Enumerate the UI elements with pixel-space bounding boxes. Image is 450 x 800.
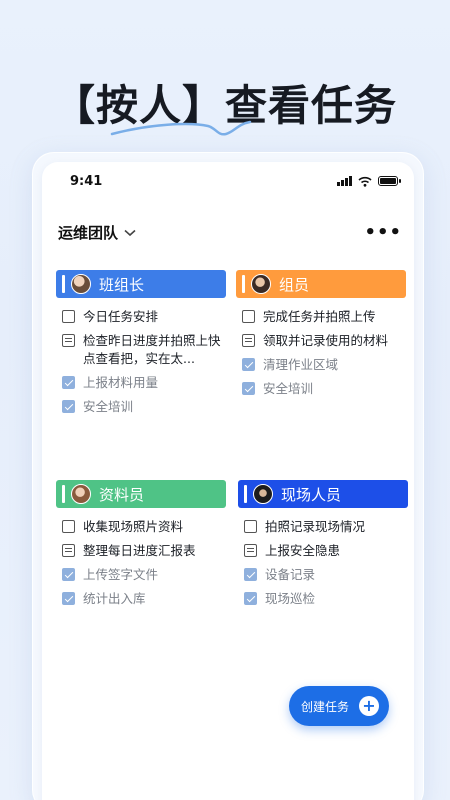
subtask-list-icon (244, 544, 257, 557)
group-title: 班组长 (99, 275, 145, 294)
task-item[interactable]: 设备记录 (244, 566, 408, 584)
task-item[interactable]: 安全培训 (62, 398, 226, 416)
task-item[interactable]: 清理作业区域 (242, 356, 406, 374)
checked-checkbox-icon[interactable] (62, 592, 75, 605)
swoosh-decoration (110, 120, 252, 136)
checked-checkbox-icon[interactable] (62, 376, 75, 389)
checked-checkbox-icon[interactable] (62, 400, 75, 413)
chevron-down-icon (124, 229, 136, 236)
plus-icon: + (359, 696, 379, 716)
group-header[interactable]: 现场人员 (238, 480, 408, 508)
task-item[interactable]: 整理每日进度汇报表 (62, 542, 226, 560)
checkbox-icon[interactable] (242, 310, 255, 323)
group-header[interactable]: 班组长 (56, 270, 226, 298)
group-title: 现场人员 (281, 485, 342, 504)
avatar (253, 484, 273, 504)
group-header[interactable]: 组员 (236, 270, 406, 298)
checkbox-icon[interactable] (244, 520, 257, 533)
checked-checkbox-icon[interactable] (242, 358, 255, 371)
task-item[interactable]: 完成任务并拍照上传 (242, 308, 406, 326)
checked-checkbox-icon[interactable] (244, 568, 257, 581)
group-title: 资料员 (99, 485, 145, 504)
task-item[interactable]: 上报材料用量 (62, 374, 226, 392)
create-task-button[interactable]: 创建任务 + (289, 686, 389, 726)
signal-icon (337, 176, 352, 186)
task-item[interactable]: 检查昨日进度并拍照上快点查看把，实在太... (62, 332, 226, 368)
checkbox-icon[interactable] (62, 310, 75, 323)
group-card-foreman: 班组长 今日任务安排 检查昨日进度并拍照上快点查看把，实在太... 上报材料用量… (56, 270, 226, 422)
task-item[interactable]: 上报安全隐患 (244, 542, 408, 560)
task-item[interactable]: 今日任务安排 (62, 308, 226, 326)
team-selector[interactable]: 运维团队 (58, 222, 136, 243)
task-item[interactable]: 现场巡检 (244, 590, 408, 608)
subtask-list-icon (62, 544, 75, 557)
checked-checkbox-icon[interactable] (244, 592, 257, 605)
create-task-label: 创建任务 (300, 699, 349, 714)
task-item[interactable]: 安全培训 (242, 380, 406, 398)
battery-icon (378, 176, 401, 186)
task-item[interactable]: 拍照记录现场情况 (244, 518, 408, 536)
group-card-clerk: 资料员 收集现场照片资料 整理每日进度汇报表 上传签字文件 统计出入库 (56, 480, 226, 614)
phone-screen: 9:41 运维团队 ••• 班组长 今日任务安排 检查昨日进度并拍照上快点查看把… (42, 162, 414, 800)
wifi-icon (358, 176, 372, 187)
status-time: 9:41 (70, 174, 103, 189)
group-card-field: 现场人员 拍照记录现场情况 上报安全隐患 设备记录 现场巡检 (238, 480, 408, 614)
task-item[interactable]: 上传签字文件 (62, 566, 226, 584)
checkbox-icon[interactable] (62, 520, 75, 533)
avatar (71, 274, 91, 294)
group-title: 组员 (279, 275, 310, 294)
task-item[interactable]: 统计出入库 (62, 590, 226, 608)
checked-checkbox-icon[interactable] (62, 568, 75, 581)
group-header[interactable]: 资料员 (56, 480, 226, 508)
subtask-list-icon (242, 334, 255, 347)
task-item[interactable]: 领取并记录使用的材料 (242, 332, 406, 350)
team-name: 运维团队 (58, 224, 119, 242)
more-options-icon[interactable]: ••• (364, 222, 402, 243)
group-card-member: 组员 完成任务并拍照上传 领取并记录使用的材料 清理作业区域 安全培训 (236, 270, 406, 404)
avatar (251, 274, 271, 294)
avatar (71, 484, 91, 504)
checked-checkbox-icon[interactable] (242, 382, 255, 395)
status-icons (337, 174, 401, 188)
subtask-list-icon (62, 334, 75, 347)
task-item[interactable]: 收集现场照片资料 (62, 518, 226, 536)
